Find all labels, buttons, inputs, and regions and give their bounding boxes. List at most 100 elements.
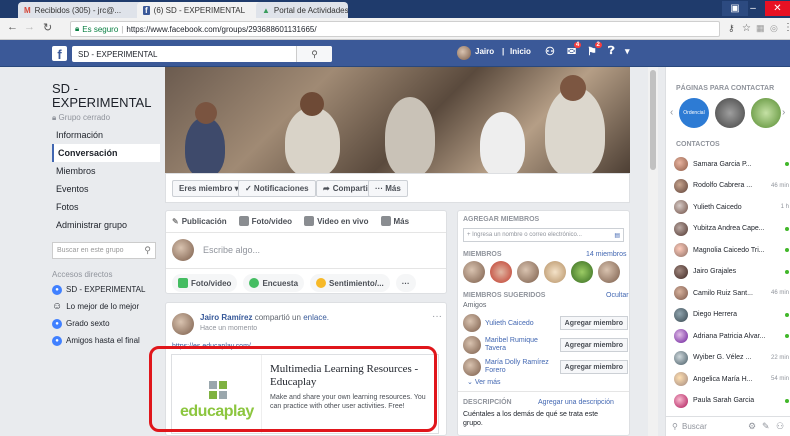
shortcut-item[interactable]: ● Grado sexto [52,315,160,332]
chevron-left-icon[interactable]: ‹ [670,107,673,118]
nav-discussion[interactable]: Conversación [52,144,160,162]
avatar[interactable] [463,336,481,354]
hide-link[interactable]: Ocultar [606,292,629,299]
poll-pill[interactable]: Encuesta [243,274,305,292]
add-member-input[interactable]: + Ingresa un nombre o correo electrónico… [463,228,624,242]
shortcut-item[interactable]: ● Amigos hasta el final [52,332,160,349]
avatar[interactable] [172,313,194,335]
extension-icon[interactable]: ▦ [756,23,765,34]
contact-item[interactable]: Jairo Grajales [674,264,789,280]
nav-photos[interactable]: Fotos [52,198,160,216]
address-book-icon[interactable]: ▤ [614,232,620,239]
add-member-button[interactable]: Agregar miembro [559,338,628,352]
key-icon[interactable]: ⚷ [728,23,735,34]
star-icon[interactable]: ☆ [742,23,751,34]
nav-members[interactable]: Miembros [52,162,160,180]
shortcut-item[interactable]: ● SD - EXPERIMENTAL [52,281,160,298]
menu-icon[interactable]: ⋮ [783,22,790,33]
profile-link[interactable]: Jairo [475,47,494,56]
more-pill[interactable]: ··· [395,274,416,292]
url-input[interactable]: 🔒︎ Es seguro | https://www.facebook.com/… [70,21,720,37]
back-icon[interactable]: ← [7,21,18,33]
tab-live-video[interactable]: Video en vivo [304,216,369,226]
group-search-input[interactable]: Buscar en este grupo ⚲ [52,242,156,259]
notifications-icon[interactable]: ⚑ 2 [587,42,602,58]
search-icon[interactable]: ⚲ [296,46,332,62]
avatar[interactable] [457,46,471,60]
post-author[interactable]: Jairo Ramírez [200,313,252,322]
browser-tab-portal[interactable]: ▲ Portal de Actividades Ed... ✕ [256,2,348,18]
messages-icon[interactable]: ✉ 4 [567,42,582,58]
suggested-member-name[interactable]: Yulieth Caicedo [485,320,534,327]
suggested-member-name[interactable]: Maribel Rumique Tavera [485,337,541,353]
contact-item[interactable]: Samara Garcia P... [674,156,789,172]
extension-icon[interactable]: ◎ [770,23,778,34]
add-description-link[interactable]: Agregar una descripción [538,399,614,406]
home-link[interactable]: Inicio [510,47,531,56]
group-chat-icon[interactable]: ⚇ [776,421,784,432]
settings-icon[interactable]: ⚙ [748,421,756,432]
see-more-link[interactable]: ⌄ Ver más [467,378,501,386]
shortcut-item[interactable]: ☺ Lo mejor de lo mejor [52,298,160,315]
nav-manage-group[interactable]: Administrar grupo [52,216,160,234]
add-member-button[interactable]: Agregar miembro [559,360,628,374]
avatar[interactable] [598,261,620,283]
browser-tab-facebook[interactable]: f (6) SD - EXPERIMENTAL ✕ [137,2,269,18]
contact-item[interactable]: Wyiber G. Vélez ... 22 min [674,350,789,366]
tab-more[interactable]: Más [380,216,409,226]
notifications-button[interactable]: ✓ Notificaciones [238,180,316,197]
dropdown-icon[interactable]: ▾ [625,46,630,57]
page-avatar[interactable]: Ordencial [679,98,709,128]
photo-video-pill[interactable]: Foto/video [172,274,238,292]
chevron-right-icon[interactable]: › [782,107,785,118]
add-member-button[interactable]: Agregar miembro [559,316,628,330]
compose-icon[interactable]: ✎ [762,421,770,432]
page-avatar[interactable] [751,98,781,128]
contact-item[interactable]: Adriana Patricia Alvar... [674,328,789,344]
tab-label: (6) SD - EXPERIMENTAL [153,5,246,15]
group-title[interactable]: SD - EXPERIMENTAL [52,82,160,110]
post-options-icon[interactable]: ··· [432,311,442,322]
forward-icon[interactable]: → [24,21,35,33]
avatar[interactable] [544,261,566,283]
suggested-member-name[interactable]: María Dolly Ramírez Forero [485,359,551,375]
contact-item[interactable]: Paula Sarah Garcia [674,393,789,409]
post-time[interactable]: Hace un momento [200,325,257,332]
member-status-button[interactable]: Eres miembro ▾ [172,180,246,197]
reload-icon[interactable]: ↻ [43,21,52,34]
avatar[interactable] [463,314,481,332]
help-icon[interactable]: ❓︎ [608,45,615,58]
chat-search-input[interactable]: Buscar [682,422,707,431]
tab-photo-video[interactable]: Foto/video [238,216,292,226]
tab-post[interactable]: ✎ Publicación [172,216,227,226]
contact-item[interactable]: Camilo Ruiz Sant... 46 min [674,285,789,301]
contact-item[interactable]: Yubitza Andrea Cape... [674,221,789,237]
search-icon[interactable]: ⚲ [144,245,151,256]
nav-events[interactable]: Eventos [52,180,160,198]
contact-item[interactable]: Diego Herrera [674,307,789,323]
avatar[interactable] [463,358,481,376]
avatar[interactable] [571,261,593,283]
contact-item[interactable]: Yulieth Caicedo 1 h [674,199,789,215]
avatar[interactable] [490,261,512,283]
group-icon: ● [52,318,62,329]
post-action-link[interactable]: enlace. [303,313,329,322]
scrollbar-thumb[interactable] [650,70,656,170]
contact-item[interactable]: Angelica María H... 54 min [674,371,789,387]
contact-item[interactable]: Rodolfo Cabrera ... 46 min [674,178,789,194]
cover-photo[interactable] [165,67,630,173]
friend-requests-icon[interactable]: ⚇ [545,45,555,58]
close-window-icon[interactable]: ✕ [765,1,790,16]
composer-input[interactable]: Escribe algo... [203,245,260,255]
browser-tab-gmail[interactable]: M Recibidos (305) - jrc@... ✕ [18,2,150,18]
avatar[interactable] [517,261,539,283]
avatar[interactable] [463,261,485,283]
feeling-pill[interactable]: Sentimiento/... [310,274,390,292]
contact-item[interactable]: Magnolia Caicedo Tri... [674,242,789,258]
nav-info[interactable]: Información [52,126,160,144]
page-avatar[interactable] [715,98,745,128]
facebook-search-input[interactable]: SD - EXPERIMENTAL [72,46,332,62]
facebook-logo[interactable]: f [52,46,67,62]
more-button[interactable]: ··· Más [368,180,408,197]
members-count-link[interactable]: 14 miembros [586,251,626,258]
